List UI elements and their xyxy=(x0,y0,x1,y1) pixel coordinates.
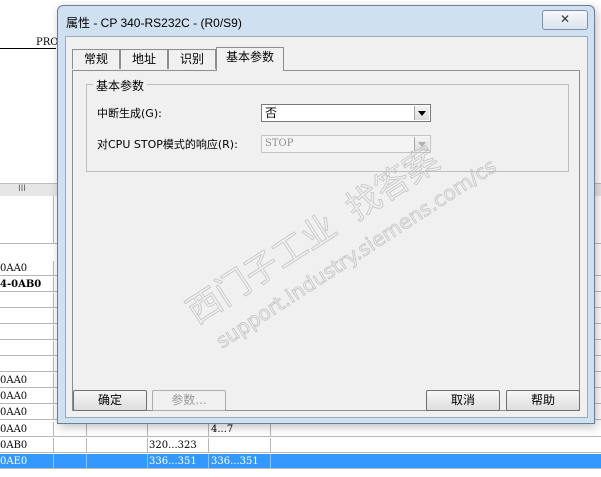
tab-basic-parameters[interactable]: 基本参数 xyxy=(216,47,284,71)
group-title: 基本参数 xyxy=(93,77,148,94)
interrupt-generation-label: 中断生成(G): xyxy=(97,107,162,120)
table-row-selected[interactable]: 0AE0 336...351 336...351 xyxy=(0,454,601,469)
close-button[interactable]: ✕ xyxy=(542,10,588,30)
profibus-line xyxy=(0,48,56,49)
cpu-stop-response-label: 对CPU STOP模式的响应(R): xyxy=(97,138,238,151)
dialog-titlebar[interactable]: 属性 - CP 340-RS232C - (R0/S9) ✕ xyxy=(58,6,594,36)
cpu-stop-response-select: STOP xyxy=(261,135,431,153)
table-row[interactable]: 0AB0 320...323 xyxy=(0,438,601,453)
tab-address[interactable]: 地址 xyxy=(120,49,168,69)
basic-parameters-group: 基本参数 中断生成(G): 否 对CPU STOP模式的响应(R): STOP xyxy=(86,77,569,172)
properties-dialog: 属性 - CP 340-RS232C - (R0/S9) ✕ 常规 地址 识别 … xyxy=(57,5,595,424)
close-icon: ✕ xyxy=(559,12,571,26)
cancel-button[interactable]: 取消 xyxy=(426,390,500,411)
parameters-button: 参数... xyxy=(152,390,226,411)
tab-general[interactable]: 常规 xyxy=(72,49,120,69)
table-row[interactable]: 0AA0 4...7 xyxy=(0,422,601,437)
tab-panel-basic-parameters: 基本参数 中断生成(G): 否 对CPU STOP模式的响应(R): STOP xyxy=(72,70,580,411)
ok-button[interactable]: 确定 xyxy=(73,390,147,411)
help-button[interactable]: 帮助 xyxy=(506,390,580,411)
splitter-grip-icon[interactable]: III xyxy=(18,184,26,194)
tab-identification[interactable]: 识别 xyxy=(168,49,216,69)
chevron-down-icon xyxy=(414,137,429,151)
interrupt-generation-value: 否 xyxy=(265,106,278,120)
dialog-client-area: 常规 地址 识别 基本参数 基本参数 中断生成(G): 否 对CPU STOP模… xyxy=(65,36,588,418)
interrupt-generation-select[interactable]: 否 xyxy=(261,104,431,122)
dialog-title: 属性 - CP 340-RS232C - (R0/S9) xyxy=(66,16,242,30)
cpu-stop-response-value: STOP xyxy=(265,138,294,149)
chevron-down-icon[interactable] xyxy=(414,106,429,120)
